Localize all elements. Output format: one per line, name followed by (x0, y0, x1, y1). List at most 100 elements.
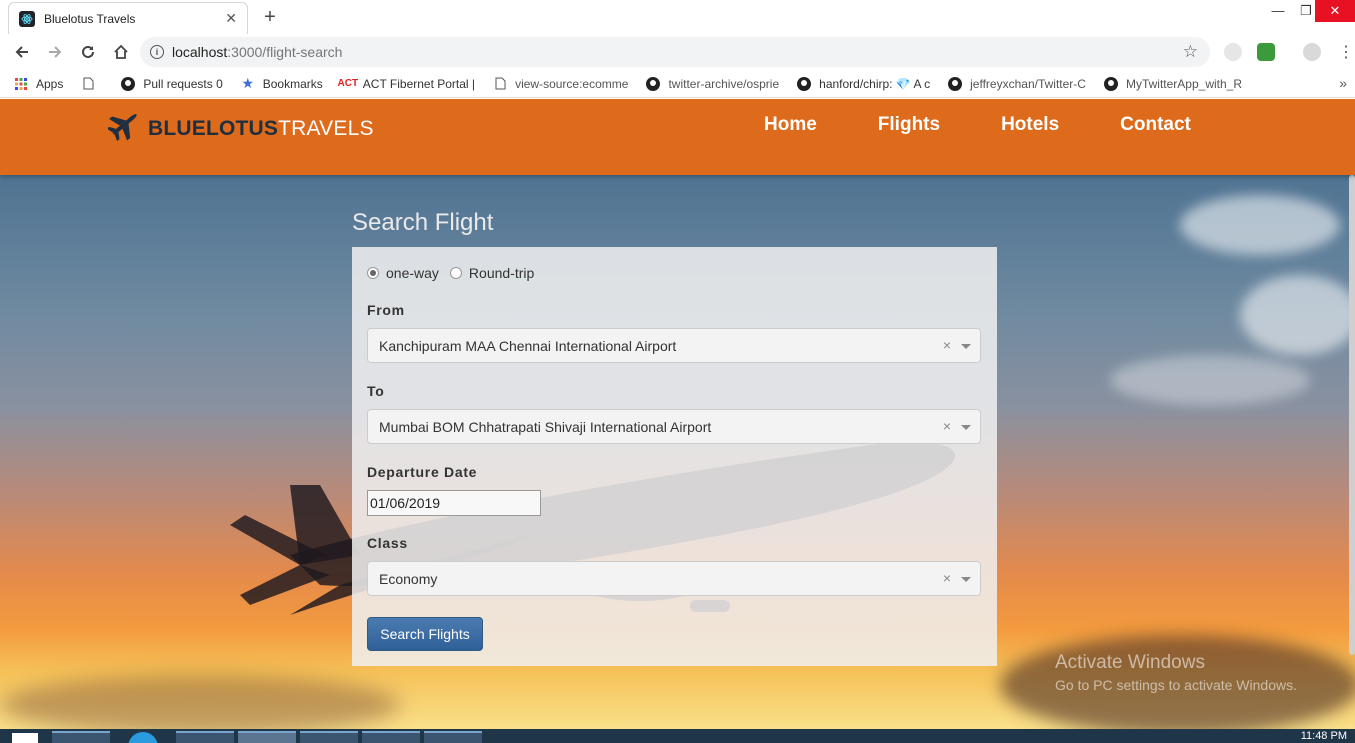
bookmark-jeffreyxchan[interactable]: jeffreyxchan/Twitter-C (948, 76, 1086, 91)
url-path: :3000/flight-search (227, 44, 343, 60)
flight-search-form: one-way Round-trip From Kanchipuram MAA … (352, 247, 997, 666)
back-icon[interactable] (7, 37, 37, 67)
bookmark-bookmarks[interactable]: ★ Bookmarks (241, 75, 322, 91)
github-icon (121, 76, 136, 91)
from-value: Kanchipuram MAA Chennai International Ai… (379, 337, 677, 354)
clear-icon[interactable]: × (943, 418, 951, 434)
cloud (1240, 275, 1355, 355)
bookmark-twitter-archive[interactable]: twitter-archive/osprie (646, 76, 780, 91)
cloud (1110, 355, 1310, 405)
nav-contact[interactable]: Contact (1120, 114, 1191, 136)
home-icon[interactable] (106, 37, 136, 67)
one-way-radio[interactable] (367, 267, 379, 279)
logo-text: BLUELOTUSTRAVELS (148, 117, 374, 141)
windows-taskbar: 11:48 PM (0, 729, 1355, 743)
chevron-down-icon[interactable] (961, 425, 971, 430)
star-icon: ★ (241, 75, 255, 91)
github-icon (948, 76, 963, 91)
to-label: To (367, 383, 385, 399)
site-logo[interactable]: BLUELOTUSTRAVELS (108, 107, 374, 141)
bookmark-view-source[interactable]: view-source:ecomme (493, 77, 628, 91)
cors-extension-icon[interactable] (1257, 43, 1275, 61)
browser-tabstrip: Bluelotus Travels ✕ + — ❐ ✕ (0, 0, 1355, 34)
bookmark-label: hanford/chirp: 💎 A c (819, 76, 931, 91)
act-logo-icon: ACT (337, 78, 359, 89)
skype-extension-icon[interactable] (1224, 43, 1242, 61)
browser-tab[interactable]: Bluelotus Travels ✕ (8, 2, 248, 34)
reload-icon[interactable] (73, 37, 103, 67)
bookmark-label: MyTwitterApp_with_R (1125, 76, 1243, 91)
cloud (0, 675, 400, 729)
close-tab-icon[interactable]: ✕ (225, 10, 237, 27)
clear-icon[interactable]: × (943, 570, 951, 586)
clear-icon[interactable]: × (943, 337, 951, 353)
bookmark-hanford-chirp[interactable]: hanford/chirp: 💎 A c (797, 76, 931, 91)
to-select[interactable]: Mumbai BOM Chhatrapati Shivaji Internati… (367, 409, 981, 444)
window-close-icon[interactable]: ✕ (1315, 0, 1355, 22)
web-page: BLUELOTUSTRAVELS Home Flights Hotels Con… (0, 99, 1355, 729)
bookmark-star-icon[interactable]: ☆ (1183, 42, 1198, 62)
taskbar-app-icon[interactable] (362, 731, 420, 743)
one-way-label[interactable]: one-way (386, 265, 439, 281)
class-select[interactable]: Economy × (367, 561, 981, 596)
bookmark-mytwitterapp[interactable]: MyTwitterApp_with_R (1103, 76, 1243, 91)
bookmark-apps[interactable]: Apps (14, 77, 63, 91)
departure-date-label: Departure Date (367, 464, 478, 480)
bookmark-label: view-source:ecomme (515, 76, 629, 91)
address-bar[interactable]: i localhost:3000/flight-search ☆ (140, 37, 1210, 67)
bookmark-label: ACT Fibernet Portal | (362, 76, 476, 91)
github-icon (797, 76, 812, 91)
taskbar-app-icon[interactable] (128, 732, 158, 743)
class-label: Class (367, 535, 408, 551)
logo-text-secondary: TRAVELS (278, 117, 374, 140)
departure-date-input[interactable] (367, 490, 541, 516)
round-trip-label[interactable]: Round-trip (469, 265, 534, 281)
apps-grid-icon (14, 77, 28, 91)
bookmark-label: Apps (36, 76, 64, 91)
bookmark-pull-requests[interactable]: Pull requests 0 (121, 76, 223, 91)
info-icon[interactable]: i (150, 45, 164, 59)
windows-start-icon[interactable] (12, 733, 38, 743)
radio-selected-dot (370, 270, 376, 276)
airplane-icon (108, 114, 137, 141)
nav-home[interactable]: Home (764, 114, 817, 136)
search-flights-button[interactable]: Search Flights (367, 617, 483, 651)
bookmark-label: twitter-archive/osprie (668, 76, 780, 91)
bookmarks-bar: Apps Pull requests 0 ★ Bookmarks ACT ACT… (0, 70, 1355, 98)
nav-flights[interactable]: Flights (878, 114, 940, 136)
taskbar-chrome[interactable] (238, 731, 296, 743)
trip-type-group: one-way Round-trip (367, 265, 534, 281)
tab-title: Bluelotus Travels (44, 11, 136, 26)
react-icon (19, 10, 35, 27)
chevron-down-icon[interactable] (961, 577, 971, 582)
taskbar-clock[interactable]: 11:48 PM (1301, 730, 1347, 742)
menu-kebab-icon[interactable]: ⋮ (1338, 42, 1354, 62)
bookmark-item[interactable] (81, 77, 103, 91)
activate-windows-subtitle: Go to PC settings to activate Windows. (1055, 677, 1297, 693)
taskbar-app-icon[interactable] (176, 731, 234, 743)
logo-text-primary: BLUELOTUS (148, 117, 279, 140)
bookmark-label: jeffreyxchan/Twitter-C (970, 76, 1086, 91)
taskbar-ie[interactable] (300, 731, 358, 743)
page-icon (493, 77, 507, 91)
bookmark-act-fibernet[interactable]: ACT ACT Fibernet Portal | (337, 76, 476, 91)
browser-toolbar: i localhost:3000/flight-search ☆ ⋮ (0, 34, 1355, 70)
page-scrollbar[interactable] (1349, 175, 1355, 655)
nav-hotels[interactable]: Hotels (1001, 114, 1059, 136)
site-header: BLUELOTUSTRAVELS Home Flights Hotels Con… (0, 99, 1355, 175)
bookmark-label: Pull requests 0 (143, 76, 223, 91)
forward-icon[interactable] (40, 37, 70, 67)
from-label: From (367, 302, 405, 318)
taskbar-file-explorer[interactable] (52, 731, 110, 743)
from-select[interactable]: Kanchipuram MAA Chennai International Ai… (367, 328, 981, 363)
chevron-right-icon[interactable]: » (1339, 75, 1347, 91)
new-tab-button[interactable]: + (258, 5, 282, 29)
class-value: Economy (379, 570, 438, 587)
taskbar-vscode[interactable] (424, 731, 482, 743)
github-icon (1103, 76, 1118, 91)
chevron-down-icon[interactable] (961, 344, 971, 349)
to-value: Mumbai BOM Chhatrapati Shivaji Internati… (379, 418, 712, 435)
profile-avatar-icon[interactable] (1303, 43, 1321, 61)
page-icon (81, 77, 95, 91)
round-trip-radio[interactable] (449, 267, 462, 279)
